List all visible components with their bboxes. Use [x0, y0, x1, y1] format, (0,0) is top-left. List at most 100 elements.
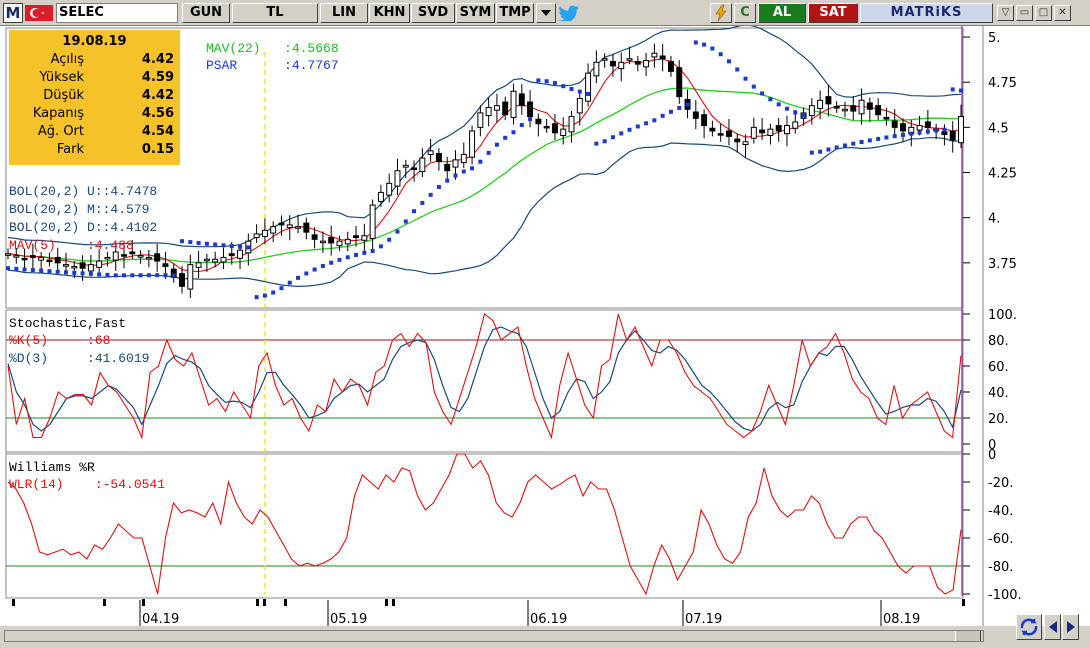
menu-down-icon[interactable]: ▽: [997, 5, 1014, 21]
minimize-icon[interactable]: ▭: [1016, 5, 1033, 21]
legend-value: :-54.0541: [94, 477, 166, 492]
candle-body: [311, 234, 318, 240]
psar-dot: [304, 271, 309, 276]
info-row-diff: Fark 0.15: [9, 142, 180, 160]
psar-dot: [743, 76, 748, 81]
candle-body: [195, 262, 202, 268]
legend-name: PSAR: [206, 58, 238, 73]
lightning-icon[interactable]: [710, 3, 732, 23]
candle-body: [353, 235, 360, 239]
sell-button[interactable]: SAT: [808, 3, 858, 23]
candle-body: [121, 254, 127, 257]
psar-dot: [644, 121, 649, 126]
period-button[interactable]: GUN: [182, 3, 230, 23]
matriks-logo-icon[interactable]: M: [3, 3, 23, 23]
horizontal-scrollbar[interactable]: [4, 630, 984, 642]
info-label: Fark: [56, 142, 84, 157]
psar-dot: [428, 192, 433, 197]
candle-body: [949, 130, 956, 141]
psar-dot: [735, 67, 740, 72]
candle-body: [435, 153, 442, 163]
template-button[interactable]: TMP: [496, 3, 534, 23]
candle-body: [626, 58, 633, 61]
sync-icon[interactable]: [1016, 614, 1042, 640]
psar-dot: [718, 52, 723, 57]
sym-button[interactable]: SYM: [456, 3, 495, 23]
candle-body: [643, 60, 650, 68]
psar-dot: [478, 159, 483, 164]
candle-body: [891, 120, 898, 128]
psar-dot: [760, 91, 765, 96]
candle-body: [618, 61, 625, 70]
scroll-right-icon[interactable]: [1062, 614, 1079, 640]
psar-dot: [950, 87, 955, 92]
price-tick-label: 4.5: [988, 121, 1009, 136]
refresh-icon[interactable]: C: [734, 3, 756, 23]
maximize-icon[interactable]: □: [1035, 5, 1052, 21]
psar-dot: [577, 89, 582, 94]
event-marker: [385, 599, 388, 606]
psar-dot: [892, 134, 897, 139]
legend-value: :41.6019: [87, 351, 150, 366]
close-icon[interactable]: ✕: [1054, 5, 1071, 21]
legend-name: %D(3): [9, 351, 49, 366]
currency-button[interactable]: TL: [232, 3, 318, 23]
williams-tick-label: 0: [988, 448, 996, 463]
twitter-icon[interactable]: [558, 5, 580, 21]
flag-icon: [25, 5, 53, 21]
psar-dot: [312, 267, 317, 272]
info-row-open: Açılış 4.42: [9, 52, 180, 70]
psar-dot: [494, 142, 499, 147]
psar-dot: [395, 229, 400, 234]
psar-dot: [851, 141, 856, 146]
candle-body: [179, 273, 186, 287]
candle-body: [328, 237, 335, 244]
legend-value: :4.7478: [102, 184, 158, 199]
candle-body: [303, 222, 310, 233]
psar-dot: [238, 244, 243, 249]
psar-dot: [453, 173, 458, 178]
event-marker: [392, 599, 395, 606]
symbol-input[interactable]: SELEC: [56, 3, 178, 23]
info-row-close: Kapanış 4.56: [9, 106, 180, 124]
candle-body: [162, 263, 169, 267]
svd-button[interactable]: SVD: [411, 3, 455, 23]
candle-body: [850, 105, 857, 112]
psar-dot: [88, 271, 93, 276]
psar-dot: [635, 124, 640, 129]
linear-scale-button[interactable]: LIN: [320, 3, 368, 23]
candle-body: [734, 138, 741, 143]
psar-dot: [784, 106, 789, 111]
psar-dot: [354, 252, 359, 257]
psar-dot: [180, 239, 185, 244]
candle-body: [866, 102, 873, 110]
ohlc-info-box: 19.08.19 Açılış 4.42 Yüksek 4.59 Düşük 4…: [9, 30, 180, 165]
williams-tick-label: -60.: [988, 532, 1013, 547]
candle-body: [344, 238, 351, 245]
toolbar: M SELEC GUN TL LIN KHN SVD SYM TMP C AL …: [0, 0, 1090, 26]
candle-body: [518, 93, 525, 107]
candle-body: [237, 249, 244, 259]
candle-body: [485, 106, 492, 117]
buy-button[interactable]: AL: [758, 3, 806, 23]
candle-body: [270, 226, 277, 234]
scroll-left-icon[interactable]: [1044, 614, 1061, 640]
info-label: Kapanış: [32, 106, 84, 121]
matriks-brand-button[interactable]: MATRiKS: [860, 3, 993, 23]
psar-dot: [378, 244, 383, 249]
event-marker: [263, 599, 266, 606]
psar-dot: [329, 260, 334, 265]
psar-dot: [412, 209, 417, 214]
khn-button[interactable]: KHN: [369, 3, 410, 23]
scroll-thumb[interactable]: [955, 631, 981, 641]
psar-dot: [229, 244, 234, 249]
psar-dot: [768, 97, 773, 102]
williams-tick-label: -40.: [988, 504, 1013, 519]
psar-dot: [146, 273, 151, 278]
psar-dot: [586, 91, 591, 96]
psar-dot: [652, 118, 657, 123]
dropdown-arrow-icon[interactable]: [536, 3, 556, 23]
legend-d: %D(3) :41.6019: [9, 350, 149, 367]
candle-body: [576, 97, 583, 114]
psar-dot: [677, 105, 682, 110]
